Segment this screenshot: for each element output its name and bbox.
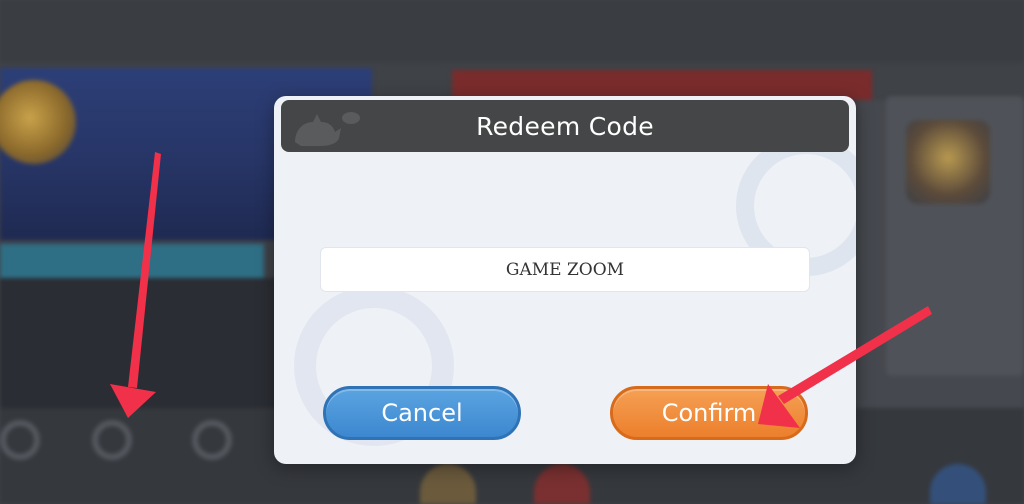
- confirm-button[interactable]: Confirm: [610, 386, 808, 440]
- redeem-code-dialog: Redeem Code Cancel Confirm: [274, 96, 856, 464]
- dialog-title: Redeem Code: [476, 111, 654, 141]
- cancel-button[interactable]: Cancel: [323, 386, 521, 440]
- cat-silhouette-icon: [295, 112, 360, 146]
- dialog-header: Redeem Code: [281, 100, 849, 152]
- background-gear-icon: [92, 420, 132, 460]
- cancel-button-label: Cancel: [381, 399, 463, 427]
- background-character-portrait: [906, 120, 990, 204]
- redeem-code-input[interactable]: [320, 247, 810, 292]
- background-top-bar: [0, 0, 1024, 62]
- background-progress-strip: [0, 244, 264, 278]
- background-gear-icon: [192, 420, 232, 460]
- background-gear-icon: [0, 420, 40, 460]
- confirm-button-label: Confirm: [661, 399, 757, 427]
